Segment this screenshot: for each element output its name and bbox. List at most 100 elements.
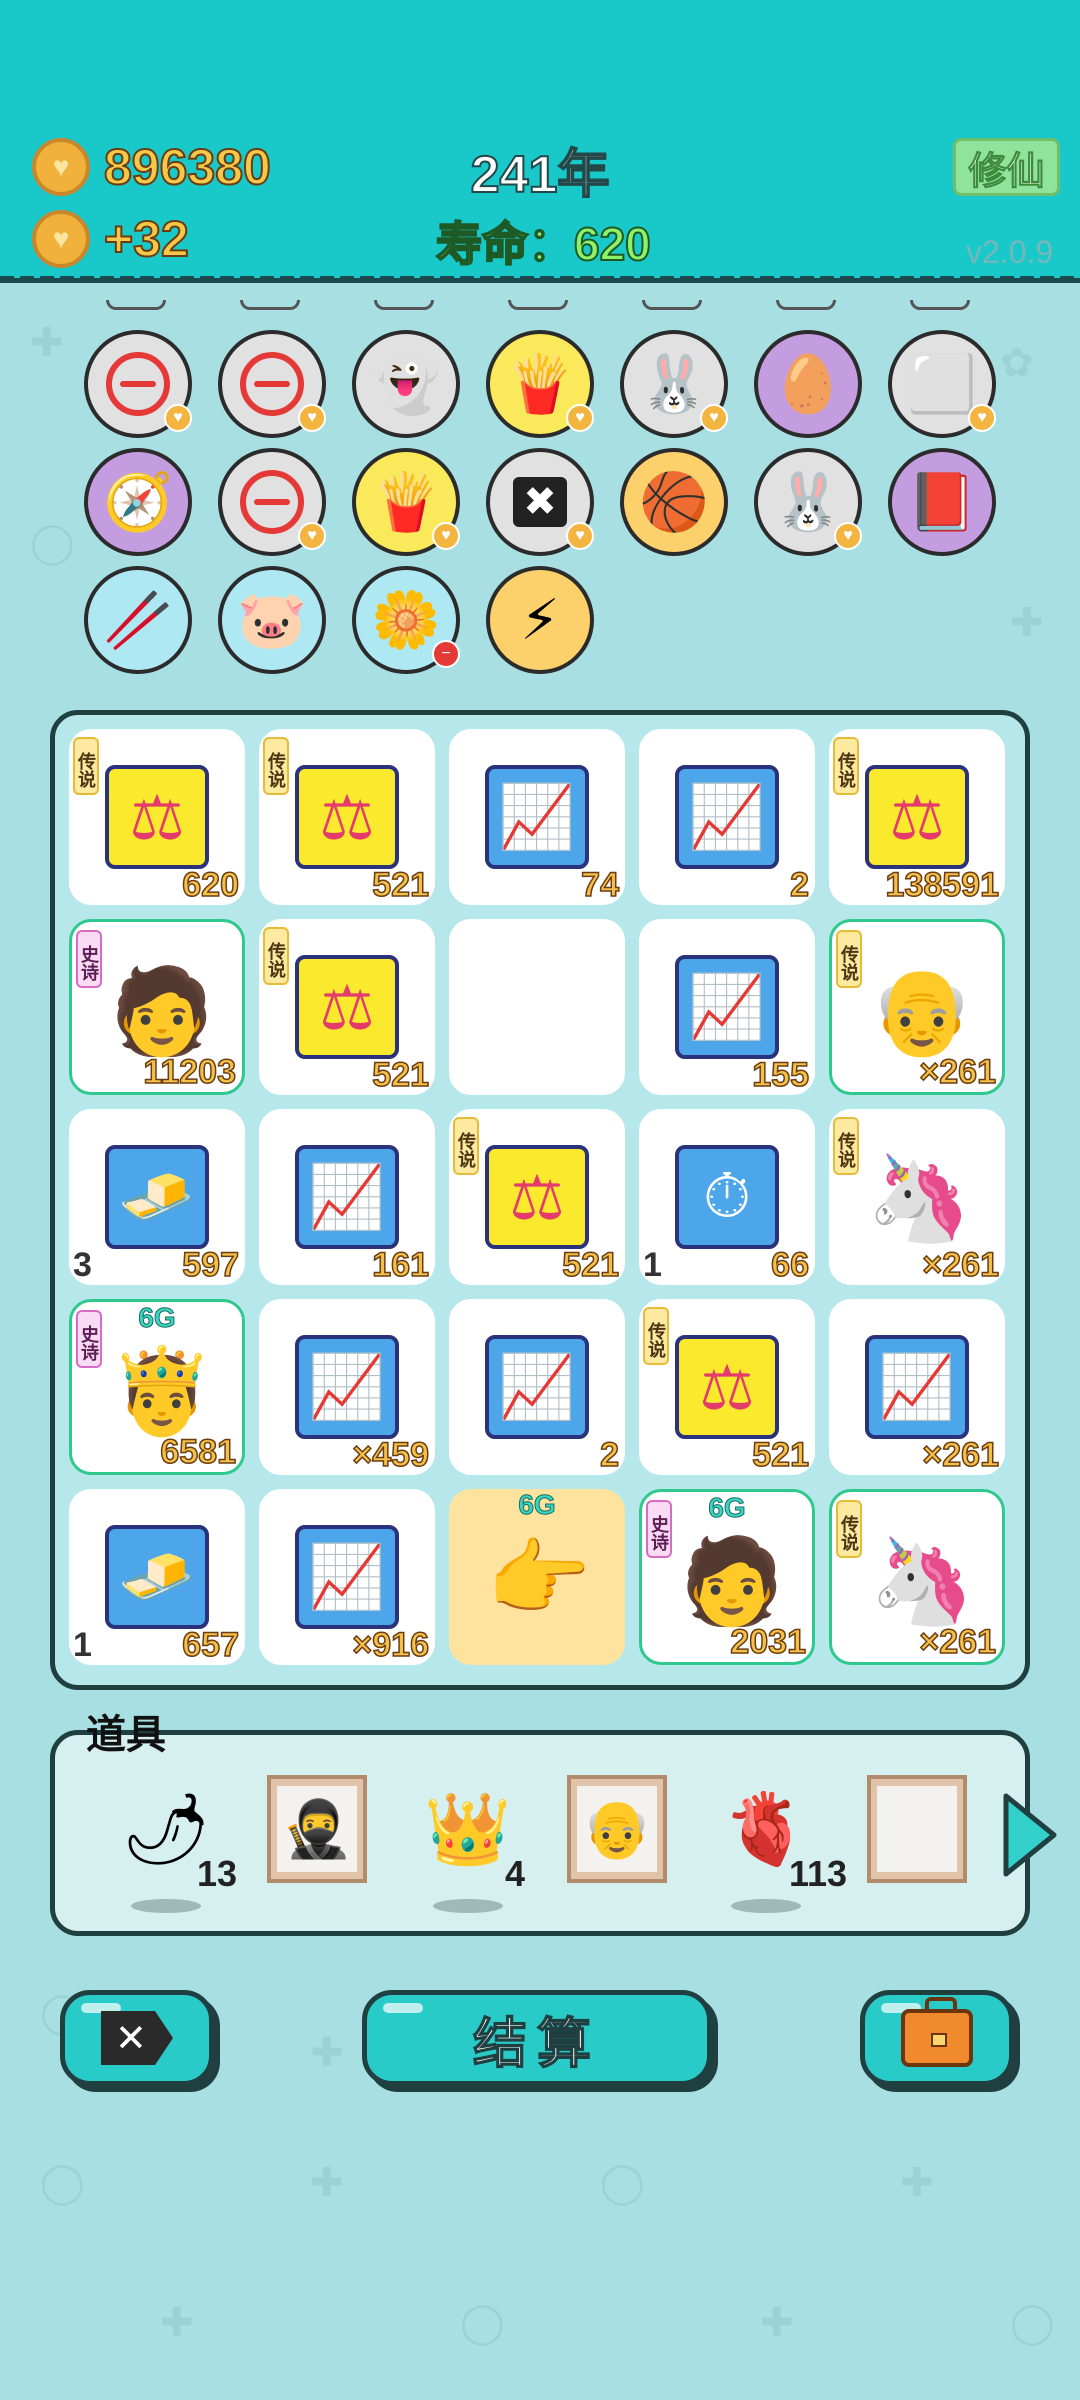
gold-bars-icon: 🧈	[105, 1525, 209, 1629]
grid-cell-old-man[interactable]: 👴 传说 ×261	[829, 919, 1005, 1095]
item-lightning[interactable]: ⚡	[486, 566, 594, 674]
grid-cell-scale[interactable]: ⚖ 传说 521	[639, 1299, 815, 1475]
cell-value: 521	[372, 865, 430, 905]
cell-counter: 1	[643, 1246, 662, 1284]
empty-frame-icon	[877, 1786, 957, 1872]
scrolled-item-stub	[776, 300, 836, 310]
item-egg[interactable]: 🥚	[754, 330, 862, 438]
chart-icon: 📈	[295, 1335, 399, 1439]
grid-cell-scale[interactable]: ⚖ 传说 521	[259, 919, 435, 1095]
legend-tag: 传说	[836, 930, 862, 988]
crowned-man-icon: 🤴	[109, 1343, 215, 1438]
legend-tag: 传说	[73, 737, 99, 795]
coin-badge-icon: ♥	[432, 522, 460, 550]
item-minus[interactable]: ♥	[218, 448, 326, 556]
item-minus[interactable]: ♥	[218, 330, 326, 438]
item-flower-pot[interactable]: 🌼 −	[352, 566, 460, 674]
coin-badge-icon: ♥	[566, 522, 594, 550]
grid-cell-scale[interactable]: ⚖ 传说 521	[449, 1109, 625, 1285]
item-minus[interactable]: ♥	[84, 330, 192, 438]
grid-cell-chart[interactable]: 📈 155	[639, 919, 815, 1095]
grid-cell-timer[interactable]: ⏱ 66 1	[639, 1109, 815, 1285]
chart-icon: 📈	[865, 1335, 969, 1439]
grid-cell-pointing-hand[interactable]: 👉 6G	[449, 1489, 625, 1665]
cell-value: 6581	[160, 1432, 237, 1472]
scrolled-item-stub	[910, 300, 970, 310]
grid-cell-chart[interactable]: 📈 ×261	[829, 1299, 1005, 1475]
grid-cell-scale[interactable]: ⚖ 传说 620	[69, 729, 245, 905]
sticks-icon: 🥢	[103, 588, 173, 651]
item-piggy-bank[interactable]: 🐷	[218, 566, 326, 674]
grid-cell-chart[interactable]: 📈 ×916	[259, 1489, 435, 1665]
cell-value: 11203	[143, 1052, 237, 1092]
lifespan-counter: 寿命：620	[435, 217, 652, 271]
item-time-magazine[interactable]: 📕	[888, 448, 996, 556]
item-fries[interactable]: 🍟 ♥	[486, 330, 594, 438]
cell-value: 66	[770, 1245, 809, 1285]
game-board: ⚖ 传说 620 ⚖ 传说 521 📈 74 📈 2 ⚖ 传说 138591 🧑 史诗 11203 ⚖ 传说 521…	[50, 710, 1030, 1690]
coin-badge-icon: ♥	[968, 404, 996, 432]
old-man-icon: 👴	[577, 1786, 657, 1872]
cell-counter: 3	[73, 1246, 92, 1284]
grid-cell-scale[interactable]: ⚖ 传说 138591	[829, 729, 1005, 905]
cell-value: 521	[752, 1435, 810, 1475]
item-basketball[interactable]: 🏀	[620, 448, 728, 556]
cell-value: 521	[372, 1055, 430, 1095]
grid-cell-crowned-unicorn[interactable]: 🦄 传说 ×261	[829, 1489, 1005, 1665]
legend-tag: 传说	[833, 737, 859, 795]
cell-value: 2	[599, 1435, 619, 1475]
briefcase-icon	[901, 1997, 973, 2067]
cultivate-button[interactable]: 修仙	[953, 138, 1060, 196]
prop-shadow	[731, 1899, 801, 1913]
piggy-bank-icon: 🐷	[237, 588, 307, 651]
scale-icon: ⚖	[675, 1335, 779, 1439]
scrolled-item-stub	[106, 300, 166, 310]
grid-cell-scale[interactable]: ⚖ 传说 521	[259, 729, 435, 905]
prop-thief-portrait[interactable]: 🥷	[267, 1775, 367, 1883]
item-cubes[interactable]: ⬜ ♥	[888, 330, 996, 438]
grid-cell-green-hat-man[interactable]: 🧑 史诗 6G 2031	[639, 1489, 815, 1665]
grid-cell-crowned-man[interactable]: 🤴 史诗 6G 6581	[69, 1299, 245, 1475]
cell-value: 657	[182, 1625, 240, 1665]
grid-cell-chart[interactable]: 📈 74	[449, 729, 625, 905]
header-divider	[0, 276, 1080, 280]
grid-cell-unicorn[interactable]: 🦄 传说 ×261	[829, 1109, 1005, 1285]
grid-cell-chart[interactable]: 📈 2	[639, 729, 815, 905]
upgrade-label: 6G	[138, 1302, 176, 1334]
item-bunny[interactable]: 🐰 ♥	[620, 330, 728, 438]
pointing-hand-icon: 👉	[486, 1530, 592, 1625]
gold-bars-icon: 🧈	[105, 1145, 209, 1249]
grid-cell-green-hat-man[interactable]: 🧑 史诗 11203	[69, 919, 245, 1095]
prop-old-man-portrait[interactable]: 👴	[567, 1775, 667, 1883]
item-fries[interactable]: 🍟 ♥	[352, 448, 460, 556]
item-ghost[interactable]: 👻	[352, 330, 460, 438]
item-compass[interactable]: 🧭	[84, 448, 192, 556]
props-next-arrow-icon[interactable]	[1000, 1790, 1060, 1880]
cell-value: 597	[182, 1245, 240, 1285]
grid-cell-empty[interactable]	[449, 919, 625, 1095]
delete-button[interactable]: ✕	[60, 1990, 214, 2086]
prop-empty-frame[interactable]	[867, 1775, 967, 1883]
grid-cell-chart[interactable]: 📈 ×459	[259, 1299, 435, 1475]
bag-button[interactable]	[860, 1990, 1014, 2086]
fries-icon: 🍟	[371, 470, 441, 533]
grid-cell-chart[interactable]: 📈 2	[449, 1299, 625, 1475]
grid-cell-gold-bars[interactable]: 🧈 597 3	[69, 1109, 245, 1285]
item-delete[interactable]: ✖ ♥	[486, 448, 594, 556]
settle-button[interactable]: 结算	[362, 1990, 712, 2086]
green-hat-man-icon: 🧑	[109, 963, 215, 1058]
legend-tag: 传说	[263, 737, 289, 795]
settle-label: 结算	[472, 2013, 601, 2075]
scale-icon: ⚖	[295, 955, 399, 1059]
scale-icon: ⚖	[295, 765, 399, 869]
basketball-icon: 🏀	[639, 470, 709, 533]
grid-cell-gold-bars[interactable]: 🧈 657 1	[69, 1489, 245, 1665]
item-sticks[interactable]: 🥢	[84, 566, 192, 674]
cubes-icon: ⬜	[907, 352, 977, 415]
compass-icon: 🧭	[103, 470, 173, 533]
item-bunny[interactable]: 🐰 ♥	[754, 448, 862, 556]
cell-counter: 1	[73, 1626, 92, 1664]
prop-count: 4	[505, 1853, 526, 1894]
chart-icon: 📈	[295, 1525, 399, 1629]
grid-cell-chart[interactable]: 📈 161	[259, 1109, 435, 1285]
